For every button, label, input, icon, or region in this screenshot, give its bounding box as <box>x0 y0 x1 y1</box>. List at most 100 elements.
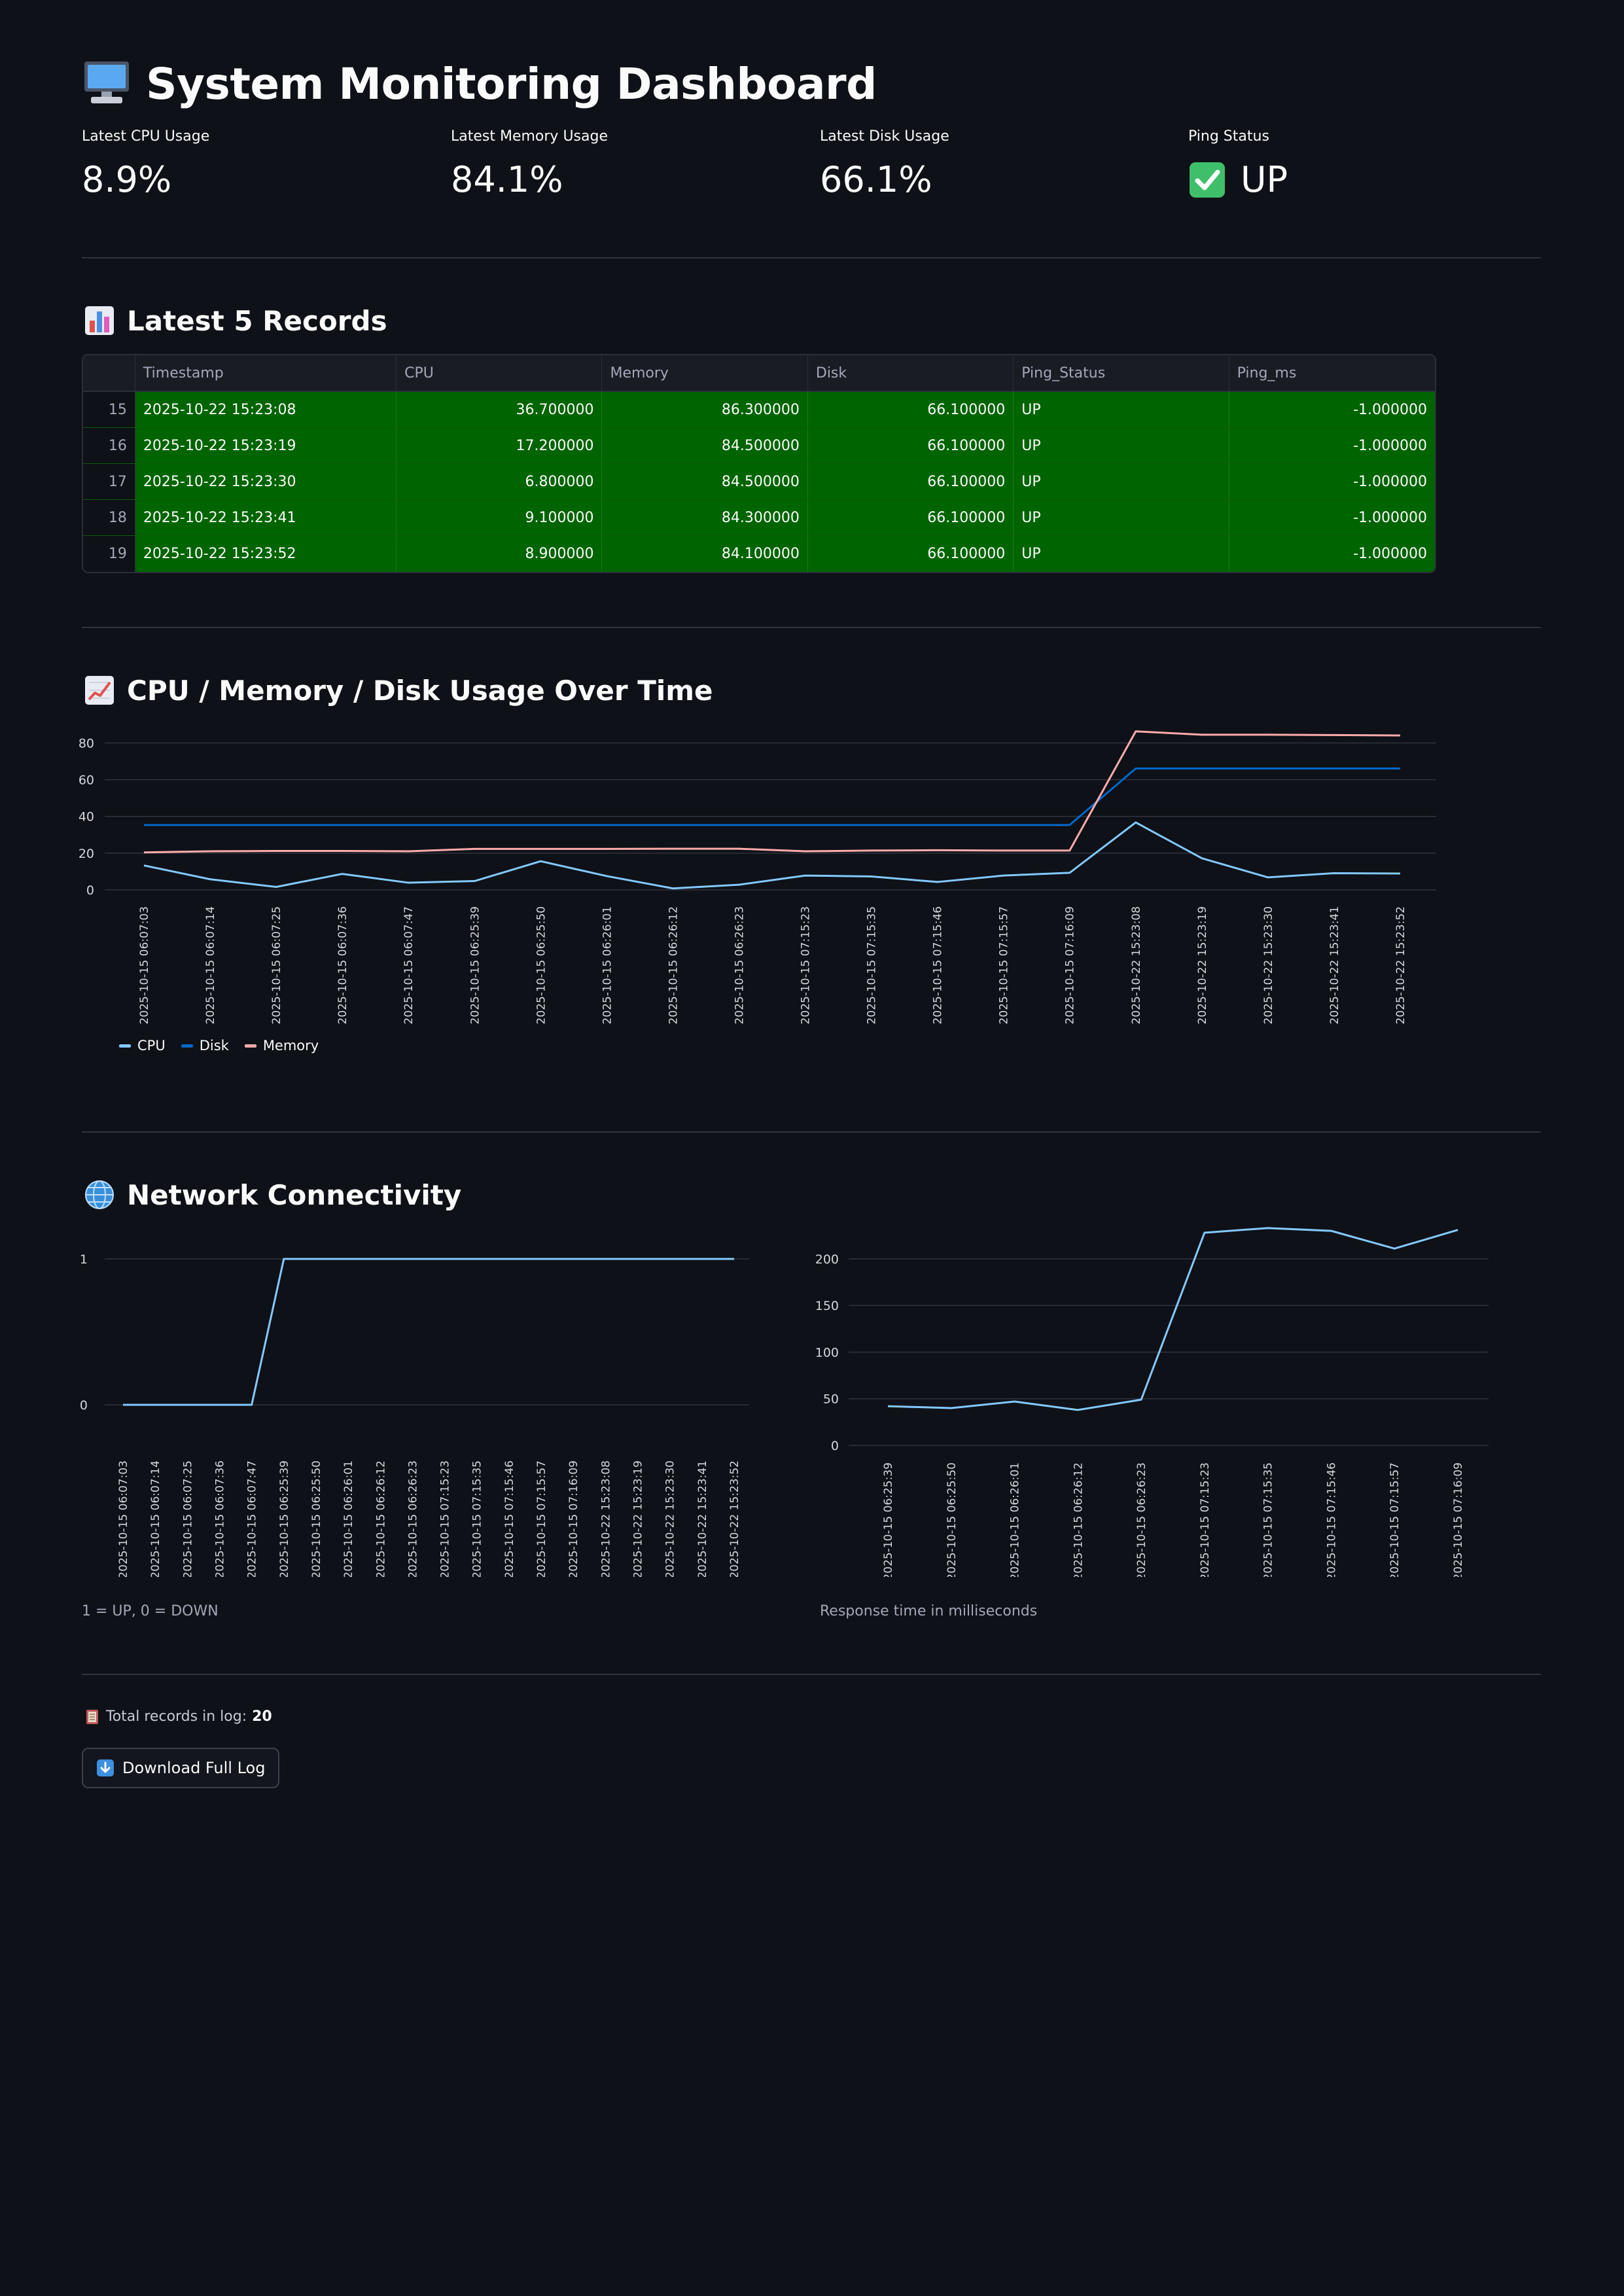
x-tick-label: 2025-10-15 06:07:36 <box>213 1460 226 1577</box>
total-records: Total records in log: 20 <box>85 1708 272 1725</box>
x-tick-label: 2025-10-15 06:07:25 <box>270 906 283 1025</box>
cell-ping-status[interactable]: UP <box>1014 536 1229 572</box>
legend-swatch <box>119 1044 131 1048</box>
x-tick-label: 2025-10-15 06:25:39 <box>882 1462 895 1577</box>
x-tick-label: 2025-10-15 06:07:25 <box>181 1460 194 1577</box>
metric-label: Latest CPU Usage <box>82 128 210 145</box>
cell-disk[interactable]: 66.100000 <box>807 500 1014 535</box>
row-index: 17 <box>83 464 135 499</box>
y-tick-label: 0 <box>831 1439 839 1453</box>
series-line-cpu[interactable] <box>143 821 1401 890</box>
table-header: Timestamp CPU Memory Disk Ping_Status Pi… <box>83 355 1435 392</box>
cell-ping-ms[interactable]: -1.000000 <box>1229 428 1435 463</box>
legend-item-cpu[interactable]: CPU <box>119 1038 166 1053</box>
total-records-label: Total records in log: <box>106 1708 247 1725</box>
column-header[interactable]: Ping_Status <box>1014 355 1229 391</box>
records-table[interactable]: Timestamp CPU Memory Disk Ping_Status Pi… <box>82 354 1436 573</box>
table-row[interactable]: 18 2025-10-22 15:23:41 9.100000 84.30000… <box>83 500 1435 536</box>
table-row[interactable]: 17 2025-10-22 15:23:30 6.800000 84.50000… <box>83 464 1435 500</box>
cell-ping-ms[interactable]: -1.000000 <box>1229 536 1435 572</box>
row-index: 15 <box>83 392 135 427</box>
table-row[interactable]: 19 2025-10-22 15:23:52 8.900000 84.10000… <box>83 536 1435 572</box>
column-header[interactable] <box>83 355 135 391</box>
x-tick-label: 2025-10-15 06:26:01 <box>601 906 614 1025</box>
cell-cpu[interactable]: 17.200000 <box>397 428 603 463</box>
y-tick-label: 40 <box>79 810 94 824</box>
response-caption: Response time in milliseconds <box>820 1603 1038 1619</box>
x-tick-label: 2025-10-15 06:07:14 <box>204 906 217 1025</box>
cell-ping-status[interactable]: UP <box>1014 428 1229 463</box>
x-tick-label: 2025-10-15 07:16:09 <box>1452 1462 1465 1577</box>
section-title: CPU / Memory / Disk Usage Over Time <box>127 674 713 707</box>
cell-cpu[interactable]: 9.100000 <box>397 500 603 535</box>
download-log-button[interactable]: Download Full Log <box>82 1748 280 1788</box>
table-row[interactable]: 16 2025-10-22 15:23:19 17.200000 84.5000… <box>83 428 1435 464</box>
total-records-value: 20 <box>252 1708 272 1725</box>
column-header[interactable]: CPU <box>397 355 603 391</box>
cell-ping-status[interactable]: UP <box>1014 464 1229 499</box>
cell-timestamp[interactable]: 2025-10-22 15:23:30 <box>135 464 397 499</box>
cell-ping-ms[interactable]: -1.000000 <box>1229 392 1435 427</box>
metric-label: Ping Status <box>1188 128 1269 145</box>
cell-ping-status[interactable]: UP <box>1014 392 1229 427</box>
column-header[interactable]: Disk <box>808 355 1014 391</box>
cell-timestamp[interactable]: 2025-10-22 15:23:52 <box>135 536 397 572</box>
metric-value: 8.9% <box>82 159 172 200</box>
cell-timestamp[interactable]: 2025-10-22 15:23:08 <box>135 392 397 427</box>
legend-label: Memory <box>262 1038 319 1053</box>
ping-response-chart[interactable]: 0 50 100 150 200 2025-10-15 06:25:39 2025-10-1… <box>815 1224 1495 1577</box>
usage-line-chart[interactable]: 0 20 40 60 80 2025-10-15 06:07:03 2025-10-15 0… <box>72 720 1453 1027</box>
cell-disk[interactable]: 66.100000 <box>807 536 1014 572</box>
legend-swatch <box>181 1044 193 1048</box>
series-line-memory[interactable] <box>143 730 1401 854</box>
x-tick-label: 2025-10-15 07:15:23 <box>800 906 813 1025</box>
x-tick-label: 2025-10-15 06:26:12 <box>1072 1462 1085 1577</box>
x-tick-label: 2025-10-15 07:16:09 <box>567 1460 580 1577</box>
table-row[interactable]: 15 2025-10-22 15:23:08 36.700000 86.3000… <box>83 392 1435 428</box>
cell-memory[interactable]: 86.300000 <box>602 392 808 427</box>
x-tick-label: 2025-10-15 07:15:46 <box>932 906 945 1025</box>
cell-cpu[interactable]: 36.700000 <box>397 392 603 427</box>
cell-ping-ms[interactable]: -1.000000 <box>1229 500 1435 535</box>
cell-memory[interactable]: 84.300000 <box>602 500 808 535</box>
cell-memory[interactable]: 84.500000 <box>602 428 808 463</box>
x-tick-label: 2025-10-15 06:26:23 <box>1135 1462 1148 1577</box>
cell-cpu[interactable]: 6.800000 <box>397 464 603 499</box>
legend-item-disk[interactable]: Disk <box>181 1038 229 1053</box>
series-line-value[interactable] <box>887 1227 1458 1411</box>
cell-disk[interactable]: 66.100000 <box>807 428 1014 463</box>
cell-timestamp[interactable]: 2025-10-22 15:23:19 <box>135 428 397 463</box>
x-tick-label: 2025-10-15 06:26:23 <box>406 1460 419 1577</box>
cell-ping-status[interactable]: UP <box>1014 500 1229 535</box>
x-tick-label: 2025-10-22 15:23:41 <box>696 1460 709 1577</box>
cell-memory[interactable]: 84.100000 <box>602 536 808 572</box>
check-mark-icon <box>1188 161 1226 199</box>
legend-item-memory[interactable]: Memory <box>244 1038 319 1053</box>
column-header[interactable]: Timestamp <box>135 355 397 391</box>
series-line-value[interactable] <box>123 1258 734 1406</box>
metric-cpu: Latest CPU Usage 8.9% <box>82 128 209 200</box>
x-tick-label: 2025-10-22 15:23:52 <box>728 1460 741 1577</box>
x-tick-label: 2025-10-15 07:15:35 <box>866 906 879 1025</box>
bar-chart-icon <box>84 305 115 336</box>
download-label: Download Full Log <box>122 1759 266 1777</box>
x-tick-label: 2025-10-15 06:07:36 <box>336 906 349 1025</box>
column-header[interactable]: Ping_ms <box>1229 355 1435 391</box>
x-tick-label: 2025-10-15 07:15:57 <box>535 1460 548 1577</box>
cell-disk[interactable]: 66.100000 <box>807 392 1014 427</box>
cell-ping-ms[interactable]: -1.000000 <box>1229 464 1435 499</box>
column-header[interactable]: Memory <box>602 355 808 391</box>
x-tick-label: 2025-10-15 06:26:01 <box>342 1460 355 1577</box>
cell-disk[interactable]: 66.100000 <box>807 464 1014 499</box>
y-tick-label: 20 <box>79 847 94 861</box>
cell-timestamp[interactable]: 2025-10-22 15:23:41 <box>135 500 397 535</box>
ping-status-chart[interactable]: 0 1 2025-10-15 06:07:03 2025-10-15 06:07:14… <box>72 1230 766 1577</box>
cell-cpu[interactable]: 8.900000 <box>397 536 603 572</box>
x-tick-label: 2025-10-15 06:25:39 <box>278 1460 291 1577</box>
cell-memory[interactable]: 84.500000 <box>602 464 808 499</box>
section-title: Latest 5 Records <box>127 304 387 337</box>
x-tick-label: 2025-10-22 15:23:08 <box>1130 906 1143 1025</box>
divider <box>82 627 1541 628</box>
y-tick-label: 0 <box>86 883 94 898</box>
x-tick-label: 2025-10-15 06:25:39 <box>468 906 482 1025</box>
